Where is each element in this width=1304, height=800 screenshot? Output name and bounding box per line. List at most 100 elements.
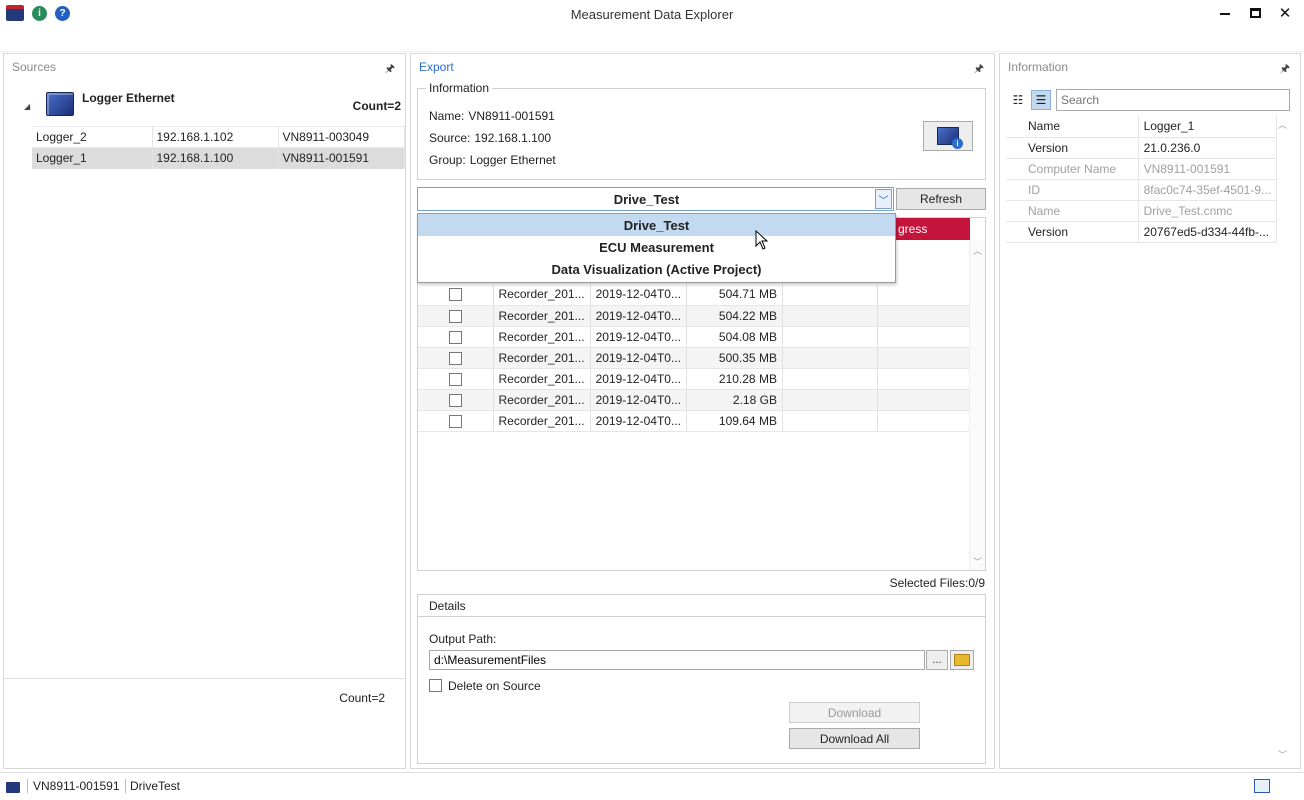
file-checkbox[interactable] [448, 288, 462, 302]
file-name: Recorder_201... [493, 347, 591, 369]
table-row[interactable]: Computer Name VN8911-001591 [1006, 158, 1278, 180]
property-key: ID [1006, 179, 1139, 201]
table-row[interactable]: Recorder_201... 2019-12-04T0... 2.18 GB [418, 389, 971, 411]
list-view-icon[interactable]: ☰ [1031, 90, 1051, 110]
table-row[interactable]: Logger_1 192.168.1.100 VN8911-001591 [32, 147, 405, 169]
table-row[interactable]: Name Logger_1 [1006, 116, 1278, 138]
close-button[interactable]: ✕ [1270, 2, 1300, 24]
notification-icon[interactable] [1254, 779, 1270, 793]
table-row[interactable]: Recorder_201... 2019-12-04T0... 504.71 MB [418, 284, 971, 306]
combo-value: Drive_Test [613, 192, 680, 207]
properties-table: Name Logger_1 Version 21.0.236.0 Computer Na… [1006, 116, 1278, 243]
file-name: Recorder_201... [493, 410, 591, 432]
chevron-down-icon[interactable]: ﹀ [875, 189, 892, 209]
file-status [782, 284, 878, 306]
table-row[interactable]: Recorder_201... 2019-12-04T0... 500.35 MB [418, 347, 971, 369]
output-path-input[interactable] [429, 650, 925, 670]
table-row[interactable]: Version 21.0.236.0 [1006, 137, 1278, 159]
file-name: Recorder_201... [493, 305, 591, 327]
info-group-line: Group: Logger Ethernet [429, 153, 556, 167]
status-project: DriveTest [130, 779, 181, 793]
collapse-triangle-icon[interactable]: ◢ [24, 102, 30, 111]
table-row[interactable]: Recorder_201... 2019-12-04T0... 109.64 MB [418, 410, 971, 432]
categorized-view-icon[interactable]: ☷ [1008, 90, 1028, 110]
table-row[interactable]: Version 20767ed5-d334-44fb-... [1006, 221, 1278, 243]
source-group[interactable]: ◢ Logger Ethernet Count=2 [4, 84, 405, 126]
open-folder-button[interactable] [950, 650, 974, 670]
table-row[interactable]: ID 8fac0c74-35ef-4501-9... [1006, 179, 1278, 201]
file-status [782, 326, 878, 348]
property-key: Version [1006, 137, 1139, 159]
file-progress [877, 389, 971, 411]
file-checkbox[interactable] [448, 309, 462, 323]
name-label: Name: [429, 109, 465, 123]
file-date: 2019-12-04T0... [590, 305, 687, 327]
source-name: Logger_1 [32, 147, 153, 169]
file-date: 2019-12-04T0... [590, 368, 687, 390]
file-progress [877, 284, 971, 306]
window-title: Measurement Data Explorer [570, 7, 734, 22]
sources-footer: Count=2 [4, 678, 405, 768]
property-key: Version [1006, 221, 1139, 243]
details-section: Details Output Path: ... Delete on Sourc… [417, 594, 986, 764]
file-checkbox-cell [418, 347, 494, 369]
pin-icon[interactable]: 🖈 [385, 60, 395, 79]
scroll-up-icon[interactable]: ︿ [973, 244, 982, 257]
scroll-down-icon[interactable]: ﹀ [1278, 748, 1287, 761]
file-name: Recorder_201... [493, 389, 591, 411]
dropdown-option-drive-test[interactable]: Drive_Test [418, 214, 895, 236]
table-row[interactable]: Recorder_201... 2019-12-04T0... 504.22 MB [418, 305, 971, 327]
pin-icon[interactable]: 🖈 [1280, 60, 1290, 79]
file-checkbox[interactable] [448, 351, 462, 365]
sources-table: Logger_2 192.168.1.102 VN8911-003049 Log… [32, 126, 405, 169]
file-date: 2019-12-04T0... [590, 326, 687, 348]
delete-on-source-checkbox[interactable] [429, 679, 442, 692]
window-controls: ✕ [1210, 2, 1300, 24]
source-id: VN8911-001591 [278, 147, 405, 169]
sources-header: Sources [12, 60, 57, 74]
file-checkbox-cell [418, 326, 494, 348]
files-scrollbar[interactable]: ︿ ﹀ [969, 240, 985, 570]
file-size: 504.71 MB [686, 284, 783, 306]
scroll-down-icon[interactable]: ﹀ [973, 555, 982, 568]
file-size: 504.22 MB [686, 305, 783, 327]
file-progress [877, 305, 971, 327]
file-progress [877, 368, 971, 390]
search-input[interactable] [1056, 89, 1290, 111]
project-combobox[interactable]: Drive_Test ﹀ [417, 187, 894, 211]
dropdown-option-data-visualization[interactable]: Data Visualization (Active Project) [418, 258, 895, 280]
device-info-button[interactable] [923, 121, 973, 151]
file-checkbox-cell [418, 305, 494, 327]
file-checkbox[interactable] [448, 414, 462, 428]
table-row[interactable]: Recorder_201... 2019-12-04T0... 210.28 MB [418, 368, 971, 390]
mouse-cursor-icon [755, 230, 769, 250]
file-checkbox-cell [418, 368, 494, 390]
download-all-button[interactable]: Download All [789, 728, 920, 749]
group-name: Logger Ethernet [82, 91, 175, 105]
download-button[interactable]: Download [789, 702, 920, 723]
info-name-line: Name: VN8911-001591 [429, 109, 555, 123]
details-header: Details [418, 595, 985, 617]
pin-icon[interactable]: 🖈 [974, 60, 984, 79]
property-value: 21.0.236.0 [1138, 137, 1278, 159]
properties-scrollbar[interactable]: ︿ ﹀ [1278, 116, 1292, 763]
maximize-button[interactable] [1240, 2, 1270, 24]
minimize-button[interactable] [1210, 2, 1240, 24]
table-row[interactable]: Name Drive_Test.cnmc [1006, 200, 1278, 222]
progress-column-header[interactable]: gress [892, 218, 970, 240]
table-row[interactable]: Recorder_201... 2019-12-04T0... 504.08 MB [418, 326, 971, 348]
file-status [782, 347, 878, 369]
file-checkbox[interactable] [448, 330, 462, 344]
source-value: 192.168.1.100 [474, 131, 552, 145]
file-checkbox[interactable] [448, 393, 462, 407]
table-row[interactable]: Logger_2 192.168.1.102 VN8911-003049 [32, 126, 405, 148]
maximize-icon [1249, 8, 1261, 18]
logger-device-icon [46, 92, 74, 116]
file-checkbox[interactable] [448, 372, 462, 386]
dropdown-option-ecu-measurement[interactable]: ECU Measurement [418, 236, 895, 258]
info-toolbar: ☷ ☰ [1006, 88, 1293, 112]
refresh-button[interactable]: Refresh [896, 188, 986, 210]
scroll-up-icon[interactable]: ︿ [1278, 118, 1287, 131]
property-value: 20767ed5-d334-44fb-... [1138, 221, 1278, 243]
browse-dots-button[interactable]: ... [926, 650, 948, 670]
